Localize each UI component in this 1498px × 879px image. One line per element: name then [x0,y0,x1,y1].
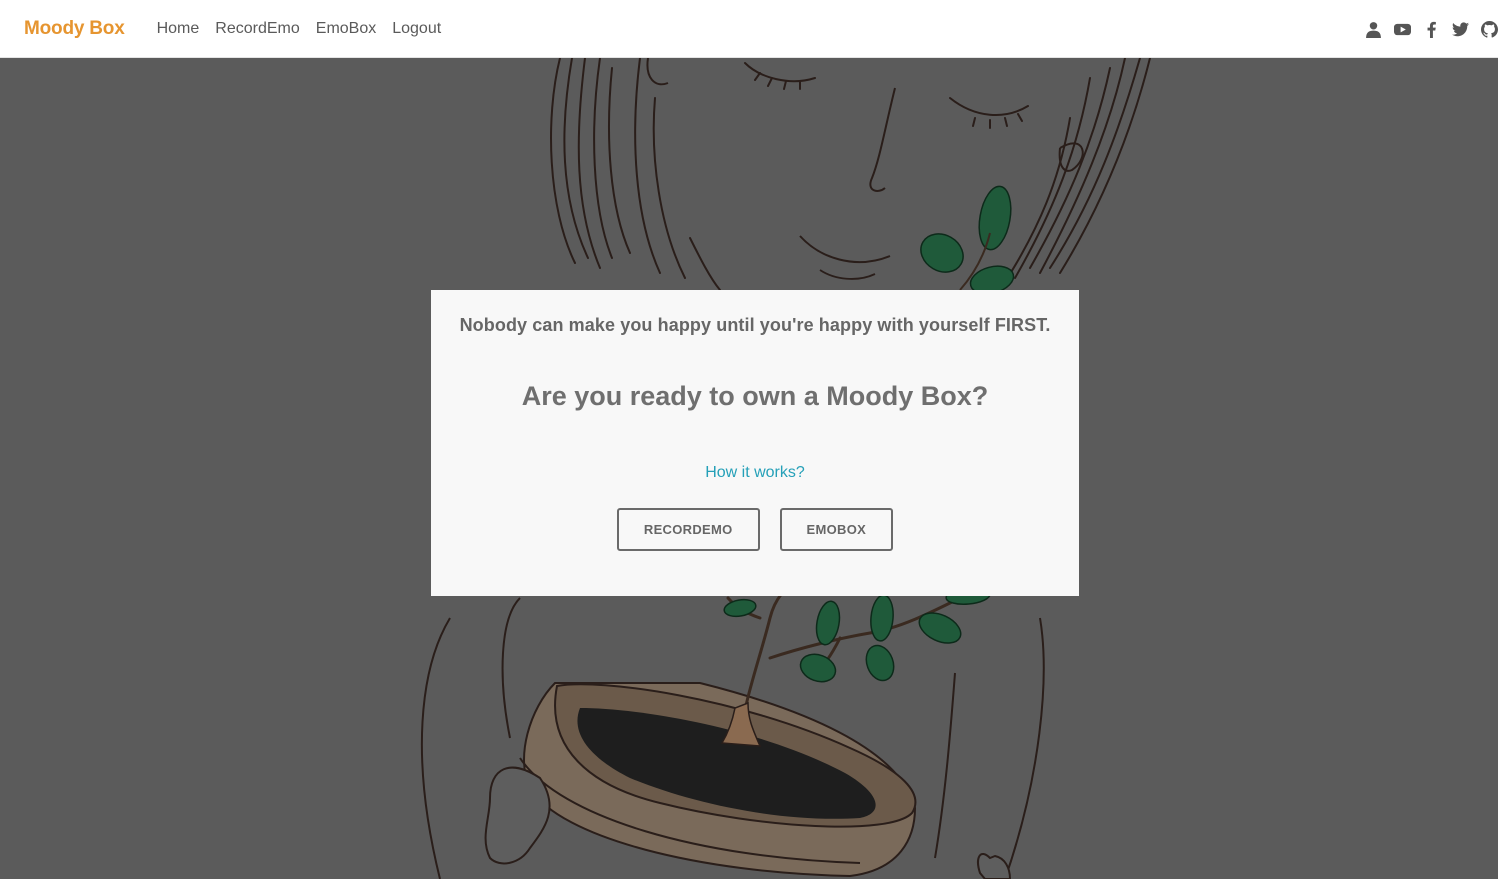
action-buttons: RECORDEMO EMOBOX [431,508,1079,551]
github-icon[interactable] [1480,20,1498,38]
emobox-button[interactable]: EMOBOX [779,508,894,551]
how-it-works-link[interactable]: How it works? [705,464,805,482]
main-nav: Home RecordEmo EmoBox Logout [157,20,458,38]
recordemo-button[interactable]: RECORDEMO [616,508,760,551]
top-navbar: Moody Box Home RecordEmo EmoBox Logout [0,0,1498,58]
nav-logout[interactable]: Logout [392,20,441,38]
social-icons [1353,0,1498,58]
motivational-quote: Nobody can make you happy until you're h… [459,315,1051,335]
main-question: Are you ready to own a Moody Box? [521,381,989,411]
welcome-card: Nobody can make you happy until you're h… [431,290,1079,596]
nav-home[interactable]: Home [157,20,200,38]
brand-logo[interactable]: Moody Box [24,18,125,40]
twitter-icon[interactable] [1451,20,1469,38]
facebook-icon[interactable] [1422,20,1440,38]
youtube-icon[interactable] [1393,20,1411,38]
user-icon[interactable] [1364,20,1382,38]
nav-recordemo[interactable]: RecordEmo [215,20,299,38]
nav-emobox[interactable]: EmoBox [316,20,376,38]
